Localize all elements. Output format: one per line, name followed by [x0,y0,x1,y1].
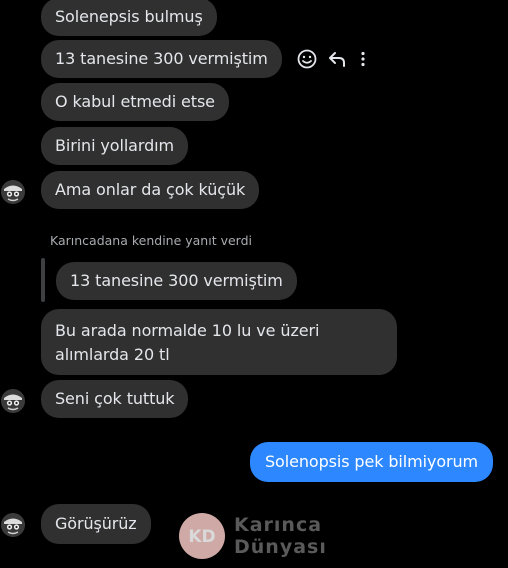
message-text: Solenepsis bulmuş [55,7,203,26]
message-text: Birini yollardım [55,136,174,155]
watermark: KD Karınca Dünyası [178,512,327,560]
message-text: O kabul etmedi etse [55,92,215,111]
quoted-message-text: 13 tanesine 300 vermiştim [70,271,283,290]
watermark-line1: Karınca [234,514,323,536]
message-bubble[interactable]: Bu arada normalde 10 lu ve üzeri alımlar… [41,309,397,375]
message-bubble[interactable]: Seni çok tuttuk [41,380,189,418]
reply-context-label: Karıncadana kendine yanıt verdi [50,233,252,248]
message-text: Bu arada normalde 10 lu ve üzeri alımlar… [55,321,320,364]
chat-thread: Solenepsis bulmuş 13 tanesine 300 vermiş… [0,0,508,568]
emoji-react-icon[interactable] [296,48,318,70]
watermark-logo-icon: KD [179,513,225,559]
svg-text:KD: KD [188,527,215,547]
watermark-line2: Dünyası [234,536,327,558]
outgoing-message-bubble[interactable]: Solenopsis pek bilmiyorum [250,442,494,482]
message-text: Seni çok tuttuk [55,389,175,408]
quoted-message-bubble[interactable]: 13 tanesine 300 vermiştim [56,262,297,300]
sender-avatar[interactable] [1,513,25,537]
message-actions [296,48,378,70]
message-bubble[interactable]: Görüşürüz [41,504,151,544]
reply-indicator-bar [41,258,45,302]
message-text: Solenopsis pek bilmiyorum [265,452,479,471]
message-bubble[interactable]: Birini yollardım [41,127,188,165]
message-bubble[interactable]: Ama onlar da çok küçük [41,171,260,209]
sender-avatar[interactable] [1,389,25,413]
message-text: Ama onlar da çok küçük [55,180,246,199]
message-bubble[interactable]: 13 tanesine 300 vermiştim [41,40,282,78]
reply-arrow-icon[interactable] [326,48,348,70]
more-options-icon[interactable] [356,48,370,70]
message-text: Görüşürüz [55,514,137,533]
sender-avatar[interactable] [1,180,25,204]
message-text: 13 tanesine 300 vermiştim [55,49,268,68]
message-bubble[interactable]: O kabul etmedi etse [41,83,229,121]
message-bubble[interactable]: Solenepsis bulmuş [41,0,217,36]
